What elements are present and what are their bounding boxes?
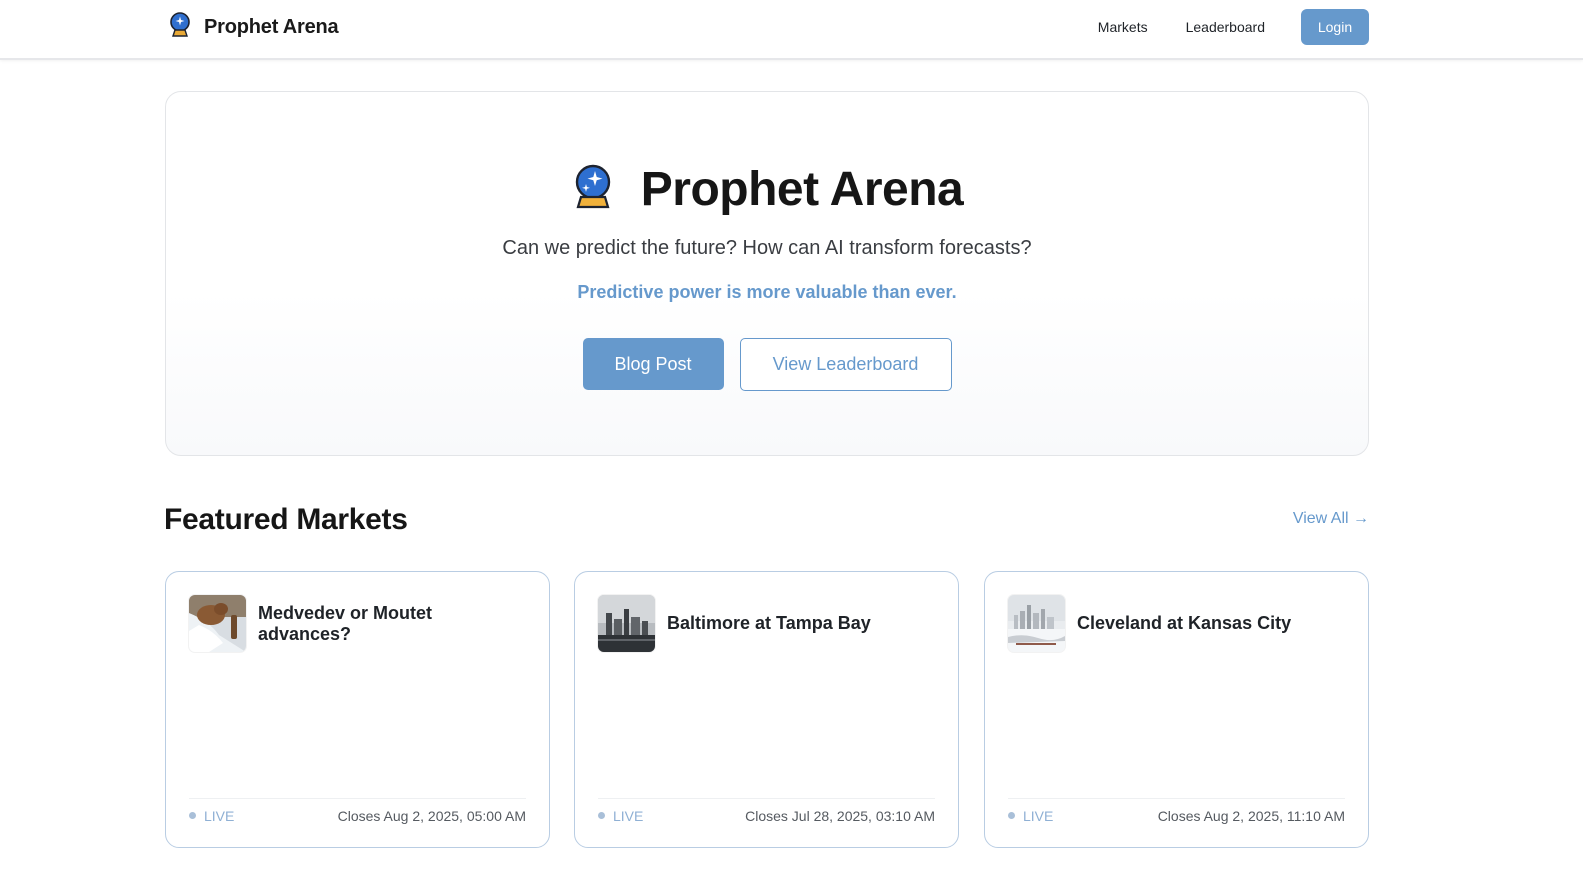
brand-name: Prophet Arena — [204, 15, 339, 38]
market-thumbnail — [598, 595, 655, 652]
close-time: Closes Aug 2, 2025, 11:10 AM — [1157, 807, 1345, 824]
hero-title-row: Prophet Arena — [166, 162, 1368, 217]
live-status: LIVE — [598, 808, 643, 824]
hero-title: Prophet Arena — [640, 163, 964, 216]
market-thumbnail — [189, 595, 246, 652]
live-status: LIVE — [1008, 808, 1053, 824]
market-card-footer: LIVE Closes Jul 28, 2025, 03:10 AM — [598, 798, 935, 832]
nav-link-markets[interactable]: Markets — [1079, 9, 1167, 45]
snowy-skyline-image — [1008, 595, 1065, 652]
hero-tagline: Predictive power is more valuable than e… — [577, 282, 957, 302]
hero-subtitle: Can we predict the future? How can AI tr… — [502, 237, 1032, 259]
market-card[interactable]: Cleveland at Kansas City LIVE Closes Aug… — [984, 571, 1369, 848]
market-card[interactable]: Medvedev or Moutet advances? LIVE Closes… — [165, 571, 550, 848]
market-card-header: Baltimore at Tampa Bay — [598, 595, 938, 652]
live-status: LIVE — [189, 808, 234, 824]
top-navigation-bar: Prophet Arena Markets Leaderboard Login — [0, 0, 1583, 60]
nav-link-leaderboard[interactable]: Leaderboard — [1167, 9, 1284, 45]
brand-home-link[interactable]: Prophet Arena — [168, 11, 339, 43]
view-leaderboard-button[interactable]: View Leaderboard — [739, 338, 952, 391]
status-label: LIVE — [1023, 807, 1054, 824]
login-button[interactable]: Login — [1301, 9, 1369, 45]
crystal-ball-icon — [571, 164, 615, 215]
crystal-ball-icon — [168, 11, 192, 43]
status-dot-icon — [598, 812, 605, 819]
market-title: Medvedev or Moutet advances? — [258, 602, 433, 644]
status-dot-icon — [189, 812, 196, 819]
status-dot-icon — [1008, 812, 1015, 819]
market-title: Cleveland at Kansas City — [1077, 613, 1292, 633]
market-card-footer: LIVE Closes Aug 2, 2025, 05:00 AM — [189, 798, 526, 832]
status-label: LIVE — [613, 807, 644, 824]
close-time: Closes Aug 2, 2025, 05:00 AM — [337, 807, 526, 824]
blog-post-button[interactable]: Blog Post — [582, 338, 724, 390]
featured-markets-title: Featured Markets — [164, 503, 408, 536]
close-time: Closes Jul 28, 2025, 03:10 AM — [745, 807, 935, 824]
market-card[interactable]: Baltimore at Tampa Bay LIVE Closes Jul 2… — [574, 571, 959, 848]
market-thumbnail — [1008, 595, 1065, 652]
market-card-header: Medvedev or Moutet advances? — [189, 595, 529, 652]
status-label: LIVE — [204, 807, 235, 824]
hero-buttons: Blog Post View Leaderboard — [166, 338, 1368, 391]
market-title: Baltimore at Tampa Bay — [667, 613, 871, 633]
city-skyline-image — [598, 595, 655, 652]
bear-waterfall-image — [189, 595, 246, 652]
view-all-link[interactable]: View All → — [1293, 510, 1369, 528]
hero-section: Prophet Arena Can we predict the future?… — [165, 91, 1369, 456]
market-card-footer: LIVE Closes Aug 2, 2025, 11:10 AM — [1008, 798, 1345, 832]
nav-links: Markets Leaderboard Login — [1079, 9, 1369, 45]
market-card-header: Cleveland at Kansas City — [1008, 595, 1348, 652]
